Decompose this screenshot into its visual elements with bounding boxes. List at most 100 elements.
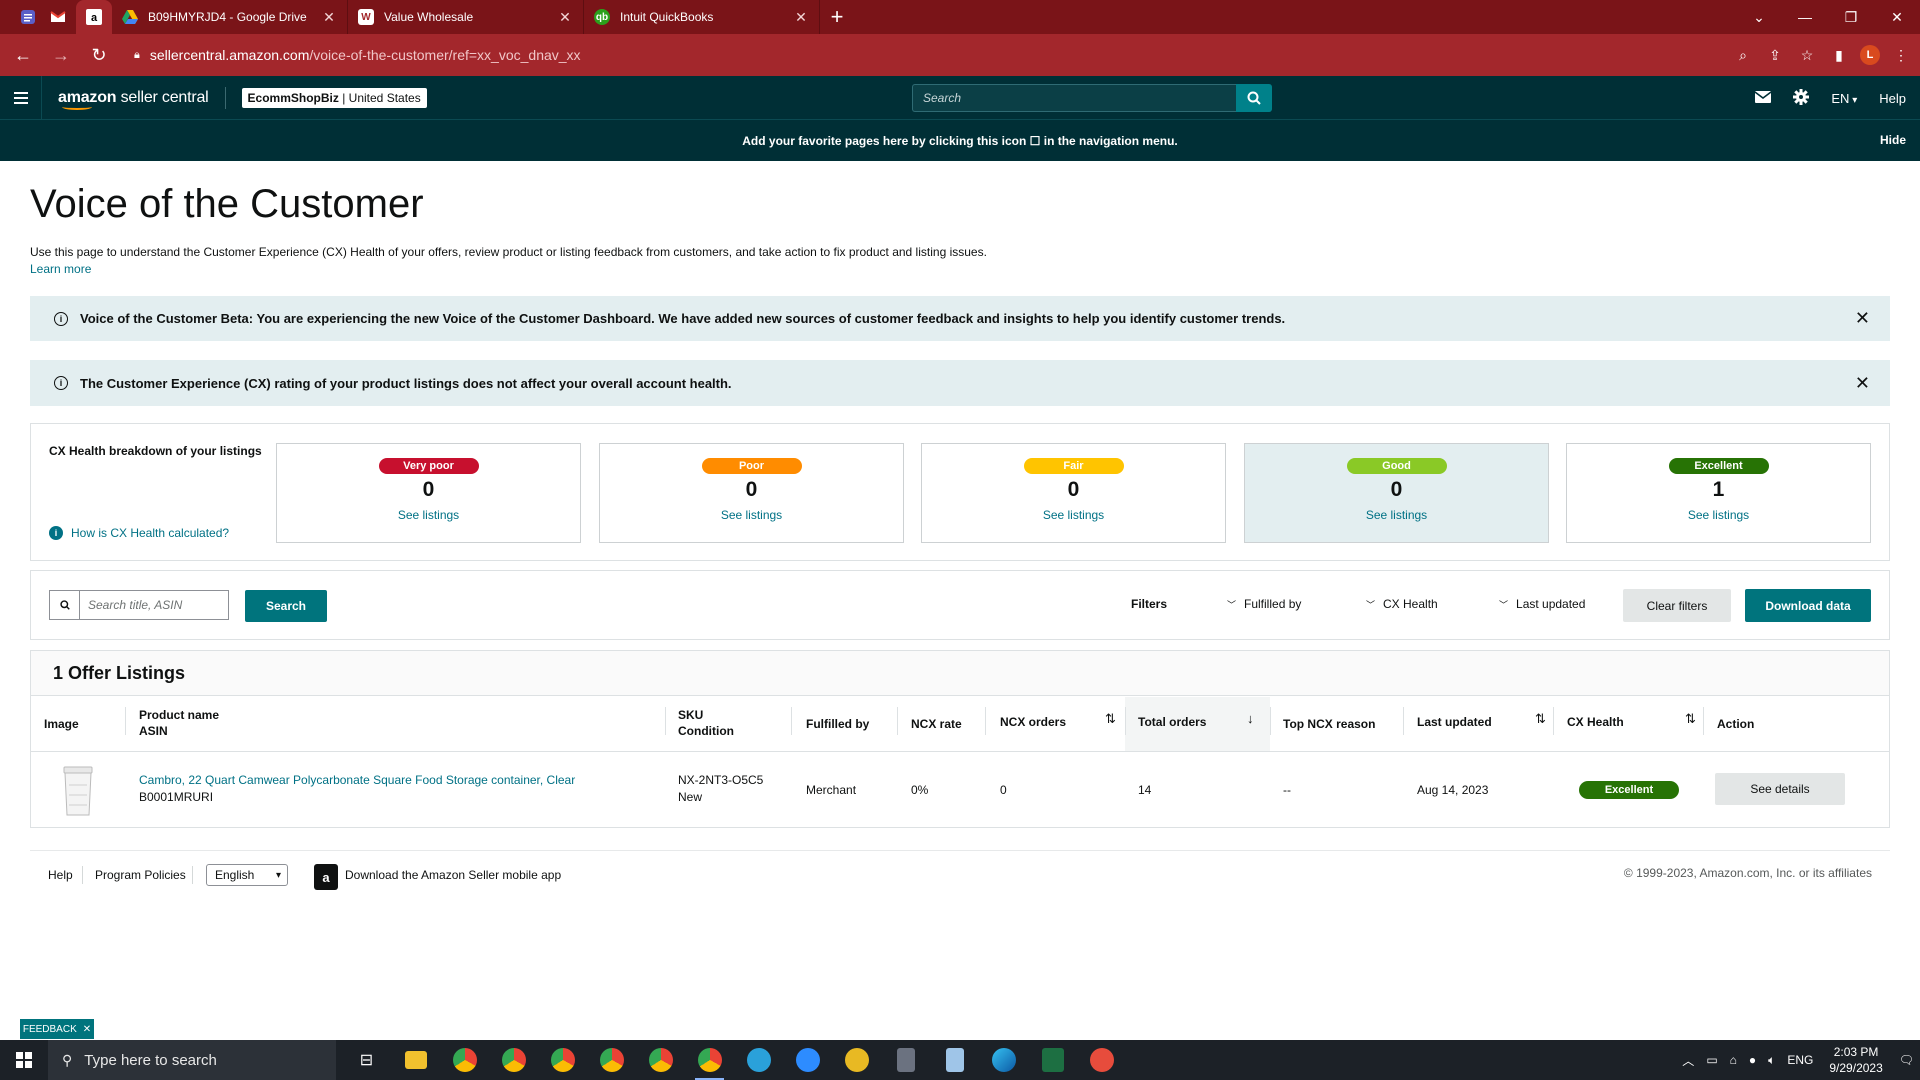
network-icon[interactable]: ▭	[1706, 1053, 1717, 1067]
header-search-input[interactable]	[912, 84, 1236, 112]
cx-health-filter[interactable]: ﹀ CX Health	[1366, 597, 1438, 611]
new-tab-button[interactable]: +	[820, 0, 854, 34]
hamburger-menu-icon[interactable]	[0, 75, 42, 120]
see-listings-link[interactable]: See listings	[1366, 508, 1427, 522]
telegram-icon[interactable]	[734, 1040, 783, 1080]
file-explorer-icon[interactable]	[391, 1040, 440, 1080]
task-view-icon[interactable]: ⊟	[342, 1040, 391, 1080]
program-policies-link[interactable]: Program Policies	[95, 868, 186, 882]
chrome-profile-icon[interactable]	[489, 1040, 538, 1080]
close-icon[interactable]: ✕	[1855, 373, 1870, 394]
seller-app-icon[interactable]: a	[314, 864, 338, 890]
share-icon[interactable]: ⇪	[1764, 40, 1786, 70]
language-selector[interactable]: EN	[1831, 91, 1857, 106]
see-listings-link[interactable]: See listings	[398, 508, 459, 522]
cx-card-excellent[interactable]: Excellent 1 See listings	[1566, 443, 1871, 543]
reload-button[interactable]: ↻	[84, 40, 114, 70]
header-search-button[interactable]	[1236, 84, 1272, 112]
side-panel-icon[interactable]: ▮	[1828, 40, 1850, 70]
sort-icon[interactable]: ⇅	[1685, 711, 1696, 727]
profile-avatar[interactable]: L	[1860, 45, 1880, 65]
sort-icon[interactable]: ⇅	[1535, 711, 1546, 727]
tab-close-icon[interactable]: ✕	[557, 9, 573, 26]
see-details-button[interactable]: See details	[1715, 773, 1845, 805]
cx-card-poor[interactable]: Poor 0 See listings	[599, 443, 904, 543]
app-icon[interactable]	[1077, 1040, 1126, 1080]
footer-language-select[interactable]: English ▾	[206, 864, 288, 886]
chevron-up-icon[interactable]: ︿	[1682, 1052, 1694, 1069]
volume-icon[interactable]: 🔈︎	[1768, 1053, 1775, 1068]
app-icon[interactable]	[832, 1040, 881, 1080]
last-updated-filter[interactable]: ﹀ Last updated	[1499, 597, 1585, 611]
cx-card-fair[interactable]: Fair 0 See listings	[921, 443, 1226, 543]
start-button[interactable]	[0, 1040, 48, 1080]
amazon-seller-central-logo[interactable]: amazon seller central	[58, 89, 209, 110]
col-fulfilled-by: Fulfilled by	[806, 717, 870, 731]
mail-icon[interactable]	[1754, 90, 1772, 106]
tab-google-drive[interactable]: B09HMYRJD4 - Google Drive ✕	[112, 0, 348, 34]
settings-gear-icon[interactable]	[1793, 88, 1810, 108]
microphone-icon[interactable]: ●	[1749, 1053, 1756, 1067]
url-field[interactable]: 🔒︎ sellercentral.amazon.com/voice-of-the…	[124, 40, 1824, 70]
footer-help-link[interactable]: Help	[48, 868, 73, 882]
bookmark-star-icon[interactable]: ☆	[1796, 40, 1818, 70]
cx-card-very-poor[interactable]: Very poor 0 See listings	[276, 443, 581, 543]
cx-card-good[interactable]: Good 0 See listings	[1244, 443, 1549, 543]
product-name-link[interactable]: Cambro, 22 Quart Camwear Polycarbonate S…	[139, 772, 575, 788]
help-link[interactable]: Help	[1879, 91, 1906, 106]
col-ncx-orders[interactable]: NCX orders	[1000, 714, 1066, 730]
input-language[interactable]: ENG	[1787, 1053, 1813, 1067]
cx-how-link[interactable]: i How is CX Health calculated?	[49, 526, 229, 540]
fulfilled-by-filter[interactable]: ﹀ Fulfilled by	[1227, 597, 1301, 611]
browser-menu-icon[interactable]: ⋮	[1890, 40, 1912, 70]
edge-icon[interactable]	[979, 1040, 1028, 1080]
listing-search-input[interactable]	[79, 590, 229, 620]
chrome-profile-icon[interactable]	[538, 1040, 587, 1080]
clear-filters-button[interactable]: Clear filters	[1623, 589, 1731, 622]
tab-value-wholesale[interactable]: W Value Wholesale ✕	[348, 0, 584, 34]
see-listings-link[interactable]: See listings	[1043, 508, 1104, 522]
sort-desc-arrow-icon[interactable]: ↓	[1247, 711, 1254, 726]
minimize-button[interactable]: —	[1782, 0, 1828, 34]
sort-icon[interactable]: ⇅	[1105, 711, 1116, 727]
hide-link[interactable]: Hide	[1880, 133, 1906, 147]
chrome-profile-icon[interactable]	[636, 1040, 685, 1080]
excel-icon[interactable]	[1028, 1040, 1077, 1080]
tab-close-icon[interactable]: ✕	[321, 9, 337, 26]
gmail-tab-icon[interactable]	[40, 0, 76, 34]
feedback-tab[interactable]: FEEDBACK ✕	[20, 1019, 94, 1039]
tab-quickbooks[interactable]: qb Intuit QuickBooks ✕	[584, 0, 820, 34]
tab-search-icon[interactable]	[16, 7, 40, 27]
col-last-updated[interactable]: Last updated	[1417, 714, 1492, 730]
clock[interactable]: 2:03 PM 9/29/2023	[1829, 1044, 1882, 1076]
restore-button[interactable]: ❐	[1828, 0, 1874, 34]
chrome-profile-icon[interactable]	[587, 1040, 636, 1080]
display-icon[interactable]: ⌂	[1730, 1053, 1737, 1067]
back-button[interactable]: ←	[8, 40, 38, 70]
chrome-icon[interactable]	[440, 1040, 489, 1080]
learn-more-link[interactable]: Learn more	[30, 262, 91, 276]
tab-close-icon[interactable]: ✕	[793, 9, 809, 26]
download-data-button[interactable]: Download data	[1745, 589, 1871, 622]
amazon-tab-icon[interactable]: a	[76, 0, 112, 34]
see-listings-link[interactable]: See listings	[1688, 508, 1749, 522]
search-button[interactable]: Search	[245, 590, 327, 622]
download-app-link[interactable]: Download the Amazon Seller mobile app	[345, 868, 561, 882]
lock-icon: 🔒︎	[134, 48, 140, 61]
see-listings-link[interactable]: See listings	[721, 508, 782, 522]
notepad-icon[interactable]	[930, 1040, 979, 1080]
zoom-app-icon[interactable]	[783, 1040, 832, 1080]
tab-list-chevron-icon[interactable]: ⌄	[1736, 0, 1782, 34]
close-window-button[interactable]: ✕	[1874, 0, 1920, 34]
zoom-icon[interactable]: ⌕	[1732, 40, 1754, 70]
col-cx-health[interactable]: CX Health	[1567, 714, 1624, 730]
col-total-orders[interactable]: Total orders	[1138, 714, 1206, 730]
chrome-active-icon[interactable]	[685, 1040, 734, 1080]
notifications-icon[interactable]: 🗨︎	[1899, 1053, 1914, 1067]
close-icon[interactable]: ✕	[1855, 308, 1870, 329]
calculator-icon[interactable]	[881, 1040, 930, 1080]
taskbar-search[interactable]: ⚲ Type here to search	[48, 1040, 336, 1080]
forward-button[interactable]: →	[46, 40, 76, 70]
close-icon[interactable]: ✕	[83, 1024, 91, 1035]
store-selector[interactable]: EcommShopBiz | United States	[241, 87, 427, 108]
